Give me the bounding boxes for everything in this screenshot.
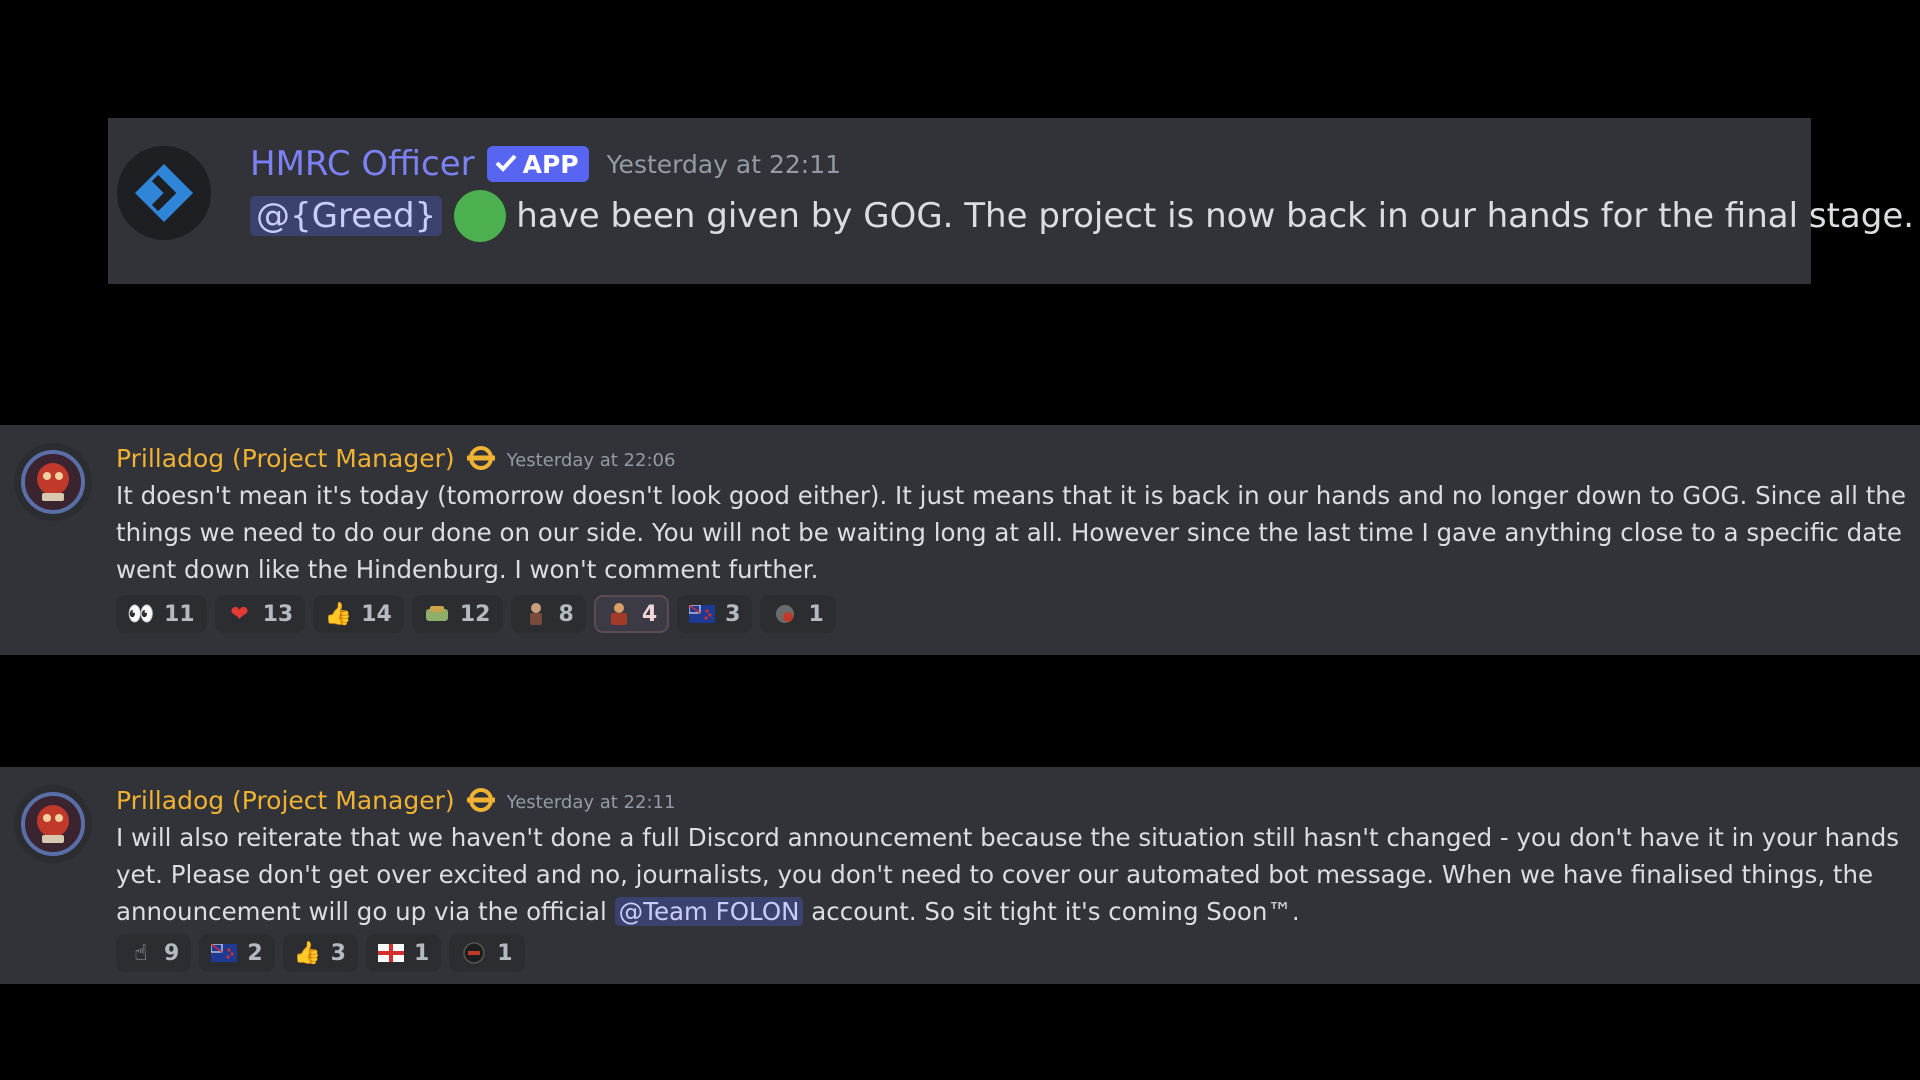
reaction-eyes[interactable]: 👀 11: [116, 595, 207, 633]
nz-flag-emoji-icon: [211, 940, 238, 966]
checkmark-icon: [495, 150, 517, 179]
reaction-nz-flag[interactable]: 3: [677, 595, 753, 633]
nz-flag-emoji-icon: [689, 601, 716, 627]
roundel-role-icon: [466, 446, 495, 470]
england-flag-emoji-icon: [377, 940, 404, 966]
user-mention[interactable]: @{Greed}: [250, 196, 443, 236]
reaction-thumbs-up[interactable]: 👍 14: [313, 595, 404, 633]
red-heart-emoji-icon: ❤: [230, 601, 249, 627]
reaction-count: 11: [164, 601, 195, 627]
message-prilladog-2: Prilladog (Project Manager) Yesterday at…: [0, 767, 1920, 984]
reactions: ☝ 9 2 👍 3 1 1: [116, 934, 533, 972]
bot-avatar[interactable]: [117, 146, 211, 240]
message-text-part: account. So sit tight it's coming Soon™.: [803, 897, 1300, 926]
reaction-count: 1: [497, 940, 513, 966]
diamond-arrow-icon: [117, 146, 211, 240]
reaction-custom-1[interactable]: 12: [411, 595, 503, 633]
reaction-count: 14: [361, 601, 392, 627]
reaction-thumbs-up[interactable]: 👍 3: [282, 934, 358, 972]
reaction-count: 1: [808, 601, 824, 627]
reaction-count: 12: [459, 601, 491, 627]
reaction-heart[interactable]: ❤ 13: [214, 595, 306, 633]
roundel-role-icon: [466, 788, 495, 812]
timestamp[interactable]: Yesterday at 22:06: [507, 450, 676, 471]
bot-message: HMRC Officer APP Yesterday at 22:11 @{Gr…: [108, 118, 1914, 284]
message-header: Prilladog (Project Manager) Yesterday at…: [116, 441, 675, 475]
username[interactable]: HMRC Officer: [250, 144, 475, 184]
avatar-emblem-icon: [15, 786, 91, 862]
message-header: Prilladog (Project Manager) Yesterday at…: [116, 783, 675, 817]
custom-emoji-1-icon: [424, 601, 450, 627]
custom-emoji-3-icon: [606, 601, 632, 627]
green-circle-emoji: [454, 190, 507, 242]
thumbs-up-emoji-icon: 👍: [293, 940, 322, 966]
message-text: have been given by GOG. The project is n…: [516, 196, 1915, 236]
username[interactable]: Prilladog (Project Manager): [116, 444, 455, 473]
reaction-custom-3[interactable]: 4: [593, 595, 670, 633]
reaction-count: 3: [330, 940, 346, 966]
reaction-count: 9: [164, 940, 180, 966]
thumbs-up-emoji-icon: 👍: [324, 601, 352, 627]
pointing-up-emoji-icon: ☝: [134, 940, 148, 966]
message-content: @{Greed} have been given by GOG. The pro…: [250, 190, 1914, 242]
reactions: 👀 11 ❤ 13 👍 14 12 8 4 3 1: [116, 595, 844, 633]
reaction-nz-flag[interactable]: 2: [199, 934, 275, 972]
app-badge: APP: [486, 146, 589, 182]
custom-emoji-5-icon: [461, 940, 487, 966]
username[interactable]: Prilladog (Project Manager): [116, 786, 455, 815]
user-avatar[interactable]: [14, 443, 92, 521]
reaction-custom-4[interactable]: 1: [760, 595, 836, 633]
reaction-count: 1: [413, 940, 430, 966]
reaction-count: 8: [558, 601, 574, 627]
custom-emoji-2-icon: [523, 601, 549, 627]
message-prilladog-1: Prilladog (Project Manager) Yesterday at…: [0, 425, 1920, 655]
reaction-count: 3: [725, 601, 741, 627]
app-badge-label: APP: [522, 149, 579, 179]
avatar-emblem-icon: [15, 444, 91, 520]
team-mention[interactable]: @Team FOLON: [614, 897, 804, 926]
eyes-emoji-icon: 👀: [127, 601, 155, 627]
message-text: I will also reiterate that we haven't do…: [116, 819, 1906, 930]
reaction-count: 4: [641, 601, 658, 627]
reaction-custom-2[interactable]: 8: [510, 595, 586, 633]
reaction-pointing-up[interactable]: ☝ 9: [116, 934, 192, 972]
reaction-count: 2: [247, 940, 263, 966]
reaction-count: 13: [262, 601, 294, 627]
reaction-england-flag[interactable]: 1: [365, 934, 442, 972]
timestamp[interactable]: Yesterday at 22:11: [507, 792, 676, 813]
message-text: It doesn't mean it's today (tomorrow doe…: [116, 481, 1906, 584]
message-header: HMRC Officer APP Yesterday at 22:11: [250, 142, 841, 186]
timestamp[interactable]: Yesterday at 22:11: [607, 150, 841, 179]
user-avatar[interactable]: [14, 785, 92, 863]
reaction-custom-5[interactable]: 1: [449, 934, 525, 972]
custom-emoji-4-icon: [772, 601, 798, 627]
